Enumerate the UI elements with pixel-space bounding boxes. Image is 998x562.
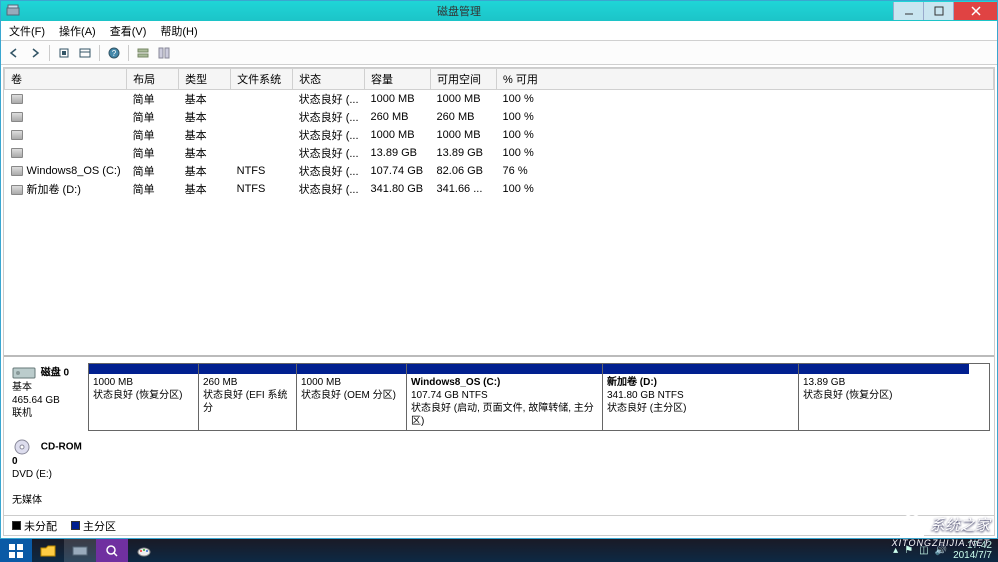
volume-table: 卷 布局 类型 文件系统 状态 容量 可用空间 % 可用 简单基本状态良好 (.… [4,68,994,198]
disk-row: CD-ROM 0DVD (E:)无媒体 [8,437,990,509]
partition-block[interactable]: 13.89 GB状态良好 (恢复分区) [799,364,969,430]
disk-management-window: 磁盘管理 文件(F) 操作(A) 查看(V) 帮助(H) ? 卷 [0,0,998,539]
disk-icon [12,365,38,381]
help-button[interactable]: ? [105,44,123,62]
disk-row: 磁盘 0基本465.64 GB联机1000 MB状态良好 (恢复分区)260 M… [8,363,990,431]
volume-icon [11,130,23,140]
close-button[interactable] [953,2,997,20]
toolbar-sep [128,45,129,61]
table-row[interactable]: 简单基本状态良好 (...1000 MB1000 MB100 % [5,126,994,144]
col-pct[interactable]: % 可用 [497,69,994,90]
table-row[interactable]: 简单基本状态良好 (...1000 MB1000 MB100 % [5,90,994,109]
app-icon [5,3,21,19]
table-row[interactable]: Windows8_OS (C:)简单基本NTFS状态良好 (...107.74 … [5,162,994,180]
refresh-button[interactable] [55,44,73,62]
taskbar[interactable]: ▴ ⚑ ◫ 🔊 17:42 2014/7/7 [0,539,998,562]
col-fs[interactable]: 文件系统 [231,69,293,90]
partition-container: 1000 MB状态良好 (恢复分区)260 MB状态良好 (EFI 系统分100… [88,363,990,431]
toolbar-sep [49,45,50,61]
content-area: 卷 布局 类型 文件系统 状态 容量 可用空间 % 可用 简单基本状态良好 (.… [3,67,995,536]
titlebar[interactable]: 磁盘管理 [1,1,997,21]
col-free[interactable]: 可用空间 [431,69,497,90]
svg-text:?: ? [112,49,117,58]
start-button[interactable] [0,539,32,562]
toolbar: ? [1,41,997,65]
volume-icon [11,185,23,195]
menu-file[interactable]: 文件(F) [5,21,49,41]
legend-primary: 主分区 [71,518,116,534]
legend-unallocated: 未分配 [12,518,57,534]
col-type[interactable]: 类型 [179,69,231,90]
disk-list-button[interactable] [134,44,152,62]
partition-block[interactable]: 1000 MB状态良好 (恢复分区) [89,364,199,430]
col-capacity[interactable]: 容量 [365,69,431,90]
table-row[interactable]: 新加卷 (D:)简单基本NTFS状态良好 (...341.80 GB341.66… [5,180,994,198]
minimize-button[interactable] [893,2,923,20]
partition-block[interactable]: 260 MB状态良好 (EFI 系统分 [199,364,297,430]
partition-block[interactable]: 新加卷 (D:)341.80 GB NTFS状态良好 (主分区) [603,364,799,430]
menu-view[interactable]: 查看(V) [106,21,151,41]
table-row[interactable]: 简单基本状态良好 (...260 MB260 MB100 % [5,108,994,126]
disk-map-area: 磁盘 0基本465.64 GB联机1000 MB状态良好 (恢复分区)260 M… [4,355,994,515]
back-button[interactable] [5,44,23,62]
clock-date[interactable]: 2014/7/7 [953,551,992,561]
menu-help[interactable]: 帮助(H) [156,21,201,41]
table-row[interactable]: 简单基本状态良好 (...13.89 GB13.89 GB100 % [5,144,994,162]
volume-icon [11,112,23,122]
volume-icon [11,94,23,104]
col-volume[interactable]: 卷 [5,69,127,90]
search-task-icon[interactable] [96,539,128,562]
disk-label: CD-ROM 0DVD (E:)无媒体 [8,437,88,509]
watermark: 系统之家 XITONGZHIJIA.NET [898,510,990,538]
forward-button[interactable] [26,44,44,62]
menu-action[interactable]: 操作(A) [55,21,100,41]
explorer-icon[interactable] [32,539,64,562]
volume-icon [11,148,23,158]
volume-icon [11,166,23,176]
partition-block[interactable]: 1000 MB状态良好 (OEM 分区) [297,364,407,430]
legend: 未分配 主分区 [4,515,994,535]
col-layout[interactable]: 布局 [127,69,179,90]
window-title: 磁盘管理 [25,3,893,19]
col-status[interactable]: 状态 [293,69,365,90]
paint-task-icon[interactable] [128,539,160,562]
partition-block[interactable]: Windows8_OS (C:)107.74 GB NTFS状态良好 (启动, … [407,364,603,430]
disk-mgmt-task-icon[interactable] [64,539,96,562]
volume-list[interactable]: 卷 布局 类型 文件系统 状态 容量 可用空间 % 可用 简单基本状态良好 (.… [4,68,994,355]
disk-label: 磁盘 0基本465.64 GB联机 [8,363,88,431]
maximize-button[interactable] [923,2,953,20]
view-button[interactable] [76,44,94,62]
toolbar-sep [99,45,100,61]
disk-icon [12,439,38,455]
menubar: 文件(F) 操作(A) 查看(V) 帮助(H) [1,21,997,41]
layout-button[interactable] [155,44,173,62]
